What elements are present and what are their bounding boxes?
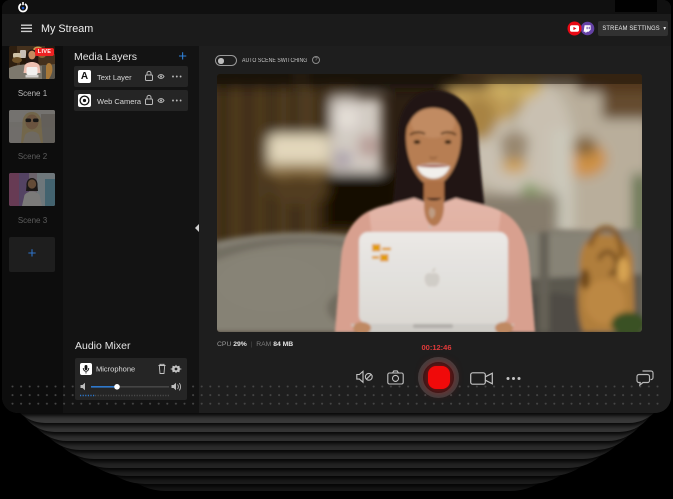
svg-text:Microphone: Microphone bbox=[96, 365, 135, 374]
